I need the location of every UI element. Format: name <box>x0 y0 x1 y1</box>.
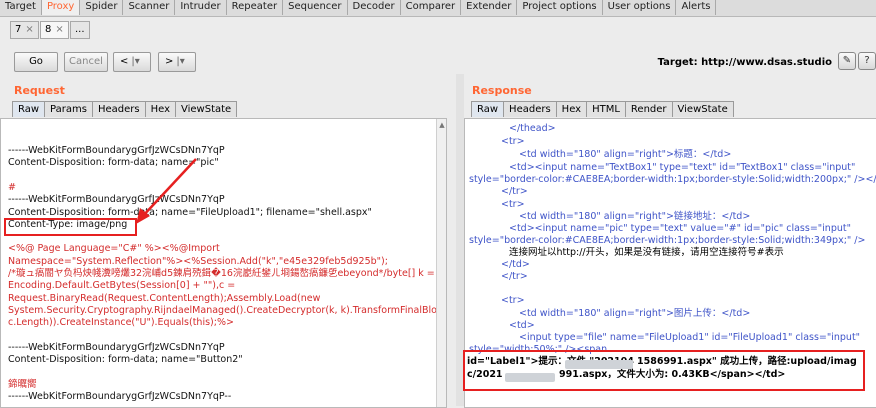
response-line: <td> <box>509 320 535 331</box>
content-type-highlight <box>4 218 137 236</box>
request-tab-headers[interactable]: Headers <box>91 101 146 117</box>
request-line: Content-Disposition: form-data; name="Fi… <box>8 206 372 218</box>
response-tab-viewstate[interactable]: ViewState <box>671 101 734 117</box>
request-line: # <box>8 181 16 193</box>
tab-sequencer[interactable]: Sequencer <box>283 0 348 15</box>
request-tab-bar: Raw Params Headers Hex ViewState <box>12 101 238 118</box>
response-line: <td width="180" align="right">标题：</td> <box>519 149 732 160</box>
tab-scanner[interactable]: Scanner <box>123 0 176 15</box>
request-line: <%@ Page Language="C#" %><%@Import <box>8 243 220 255</box>
close-icon[interactable]: × <box>25 24 33 35</box>
repeater-tab-7[interactable]: 7 × <box>10 21 39 39</box>
go-button[interactable]: Go <box>14 52 58 72</box>
request-line: ------WebKitFormBoundarygGrfJzWCsDNn7YqP <box>8 341 225 353</box>
request-line: System.Security.Cryptography.RijndaelMan… <box>8 304 447 316</box>
tab-extender[interactable]: Extender <box>461 0 518 15</box>
back-menu-icon[interactable]: |▾ <box>131 56 139 67</box>
request-tab-viewstate[interactable]: ViewState <box>175 101 238 117</box>
tab-alerts[interactable]: Alerts <box>676 0 717 15</box>
help-icon[interactable]: ? <box>858 52 876 70</box>
request-line: c.Length)).CreateInstance("U").Equals(th… <box>8 317 234 329</box>
tab-comparer[interactable]: Comparer <box>401 0 462 15</box>
tab-repeater[interactable]: Repeater <box>227 0 284 15</box>
request-line: Request.BinaryRead(Request.ContentLength… <box>8 292 321 304</box>
request-line: Content-Disposition: form-data; name="Bu… <box>8 354 243 366</box>
response-line: <td><input name="pic" type="text" value=… <box>509 223 851 234</box>
main-tab-bar: Target Proxy Spider Scanner Intruder Repeater… <box>0 0 876 17</box>
response-line: <td><input name="TextBox1" type="text" i… <box>509 162 856 173</box>
upload-result-highlight <box>463 350 865 391</box>
back-button[interactable]: < |▾ <box>113 52 151 72</box>
response-tab-bar: Raw Headers Hex HTML Render ViewState <box>471 101 734 118</box>
response-tab-headers[interactable]: Headers <box>503 101 557 117</box>
tab-decoder[interactable]: Decoder <box>348 0 401 15</box>
request-line: Encoding.Default.GetBytes(Session[0] + "… <box>8 280 236 292</box>
response-line: 连接网址以http://开头，如果是没有链接，请用空连接符号#表示 <box>509 247 784 258</box>
repeater-tab-new[interactable]: ... <box>70 21 90 39</box>
scroll-up-icon[interactable]: ▲ <box>438 121 446 129</box>
response-line: <tr> <box>501 136 525 147</box>
request-line: Namespace="System.Reflection"%><%Session… <box>8 255 388 267</box>
response-line: <td width="180" align="right">链接地址：</td> <box>519 211 751 222</box>
response-line: </tr> <box>501 271 528 282</box>
response-tab-raw[interactable]: Raw <box>471 101 505 117</box>
tab-user-options[interactable]: User options <box>603 0 677 15</box>
forward-menu-icon[interactable]: |▾ <box>176 56 184 67</box>
response-line: <tr> <box>501 295 525 306</box>
back-arrow-icon: < <box>120 56 129 67</box>
response-tab-html[interactable]: HTML <box>586 101 626 117</box>
response-tab-hex[interactable]: Hex <box>555 101 588 117</box>
forward-arrow-icon: > <box>165 56 174 67</box>
request-line: ------WebKitFormBoundarygGrfJzWCsDNn7YqP… <box>8 391 232 402</box>
response-line: <input type="file" name="FileUpload1" id… <box>519 332 861 343</box>
repeater-tab-label: 8 <box>45 24 52 35</box>
cancel-button[interactable]: Cancel <box>64 52 108 72</box>
edit-target-icon[interactable]: ✎ <box>838 52 856 70</box>
request-title: Request <box>14 84 65 97</box>
request-line: Content-Disposition: form-data; name="pi… <box>8 157 219 169</box>
request-line: ------WebKitFormBoundarygGrfJzWCsDNn7YqP <box>8 145 225 156</box>
request-scrollbar[interactable]: ▲ <box>436 119 446 407</box>
target-display: Target: http://www.dsas.studio <box>658 57 832 68</box>
response-line: style="border-color:#CAE8EA;border-width… <box>469 235 866 246</box>
repeater-tab-bar: 7 × 8 × ... <box>0 18 876 40</box>
tab-proxy[interactable]: Proxy <box>41 0 81 15</box>
request-tab-raw[interactable]: Raw <box>12 101 46 117</box>
request-tab-params[interactable]: Params <box>44 101 93 117</box>
request-line: /*璇ュ瘑閽ヤ负杩炴帴瀵嗙爜32浣峬d5鍊肩殑鍓�16浣嶏紝鐢ㄦ埛鍚嶅瘑鐮乺eb… <box>8 268 435 279</box>
tab-project-options[interactable]: Project options <box>517 0 603 15</box>
response-line: <td width="180" align="right">图片上传：</td> <box>519 308 751 319</box>
response-line: style="border-color:#CAE8EA;border-width… <box>469 174 876 185</box>
response-line: </thead> <box>509 123 556 134</box>
request-line: ------WebKitFormBoundarygGrfJzWCsDNn7YqP <box>8 194 225 206</box>
response-tab-render[interactable]: Render <box>624 101 673 117</box>
close-icon[interactable]: × <box>55 24 63 35</box>
response-title: Response <box>472 84 532 97</box>
tab-target[interactable]: Target <box>0 0 42 15</box>
response-line: </td> <box>501 259 530 270</box>
response-line: </tr> <box>501 186 528 197</box>
forward-button[interactable]: > |▾ <box>158 52 196 72</box>
repeater-tab-label: 7 <box>15 24 22 35</box>
request-editor[interactable]: ------WebKitFormBoundarygGrfJzWCsDNn7YqP… <box>0 118 447 408</box>
target-label: Target: <box>657 57 698 68</box>
repeater-tab-8[interactable]: 8 × <box>40 21 69 39</box>
tab-spider[interactable]: Spider <box>80 0 124 15</box>
request-tab-hex[interactable]: Hex <box>144 101 176 117</box>
response-line: <tr> <box>501 199 525 210</box>
target-url: http://www.dsas.studio <box>701 57 832 68</box>
tab-intruder[interactable]: Intruder <box>175 0 227 15</box>
request-line: 鍗曞嚮 <box>8 378 37 390</box>
